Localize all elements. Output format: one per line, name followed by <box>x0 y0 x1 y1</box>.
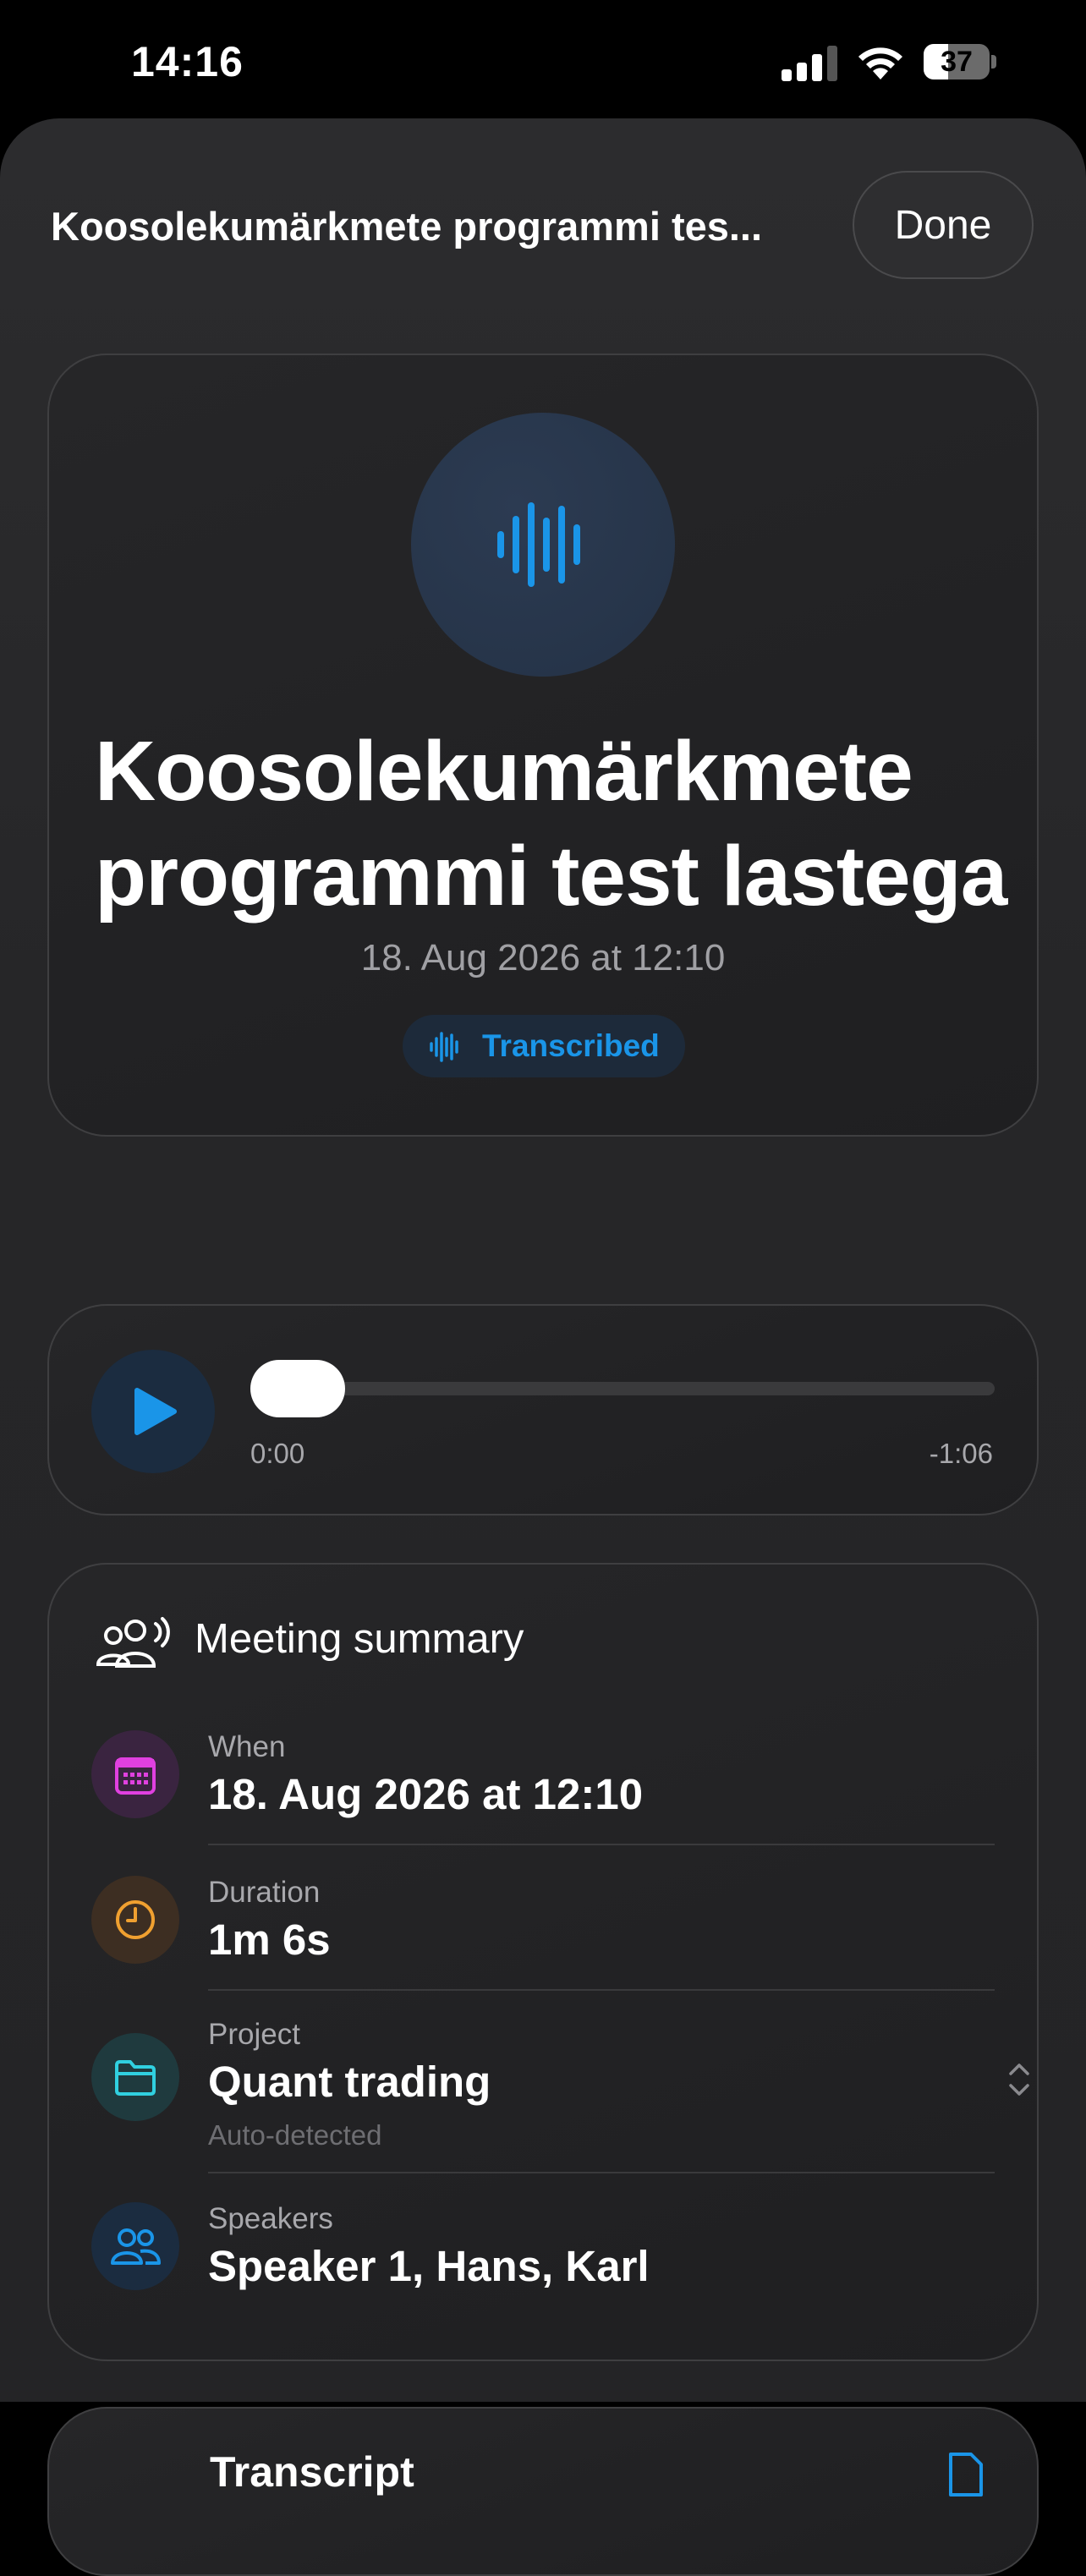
row-label: Duration <box>208 1876 321 1909</box>
summary-row-speakers: Speakers Speaker 1, Hans, Karl <box>91 2202 996 2295</box>
cellular-signal-icon <box>782 46 837 81</box>
progress-thumb[interactable] <box>250 1360 345 1417</box>
summary-row-duration: Duration 1m 6s <box>91 1876 996 1969</box>
row-value: 1m 6s <box>208 1916 331 1964</box>
play-button[interactable] <box>91 1350 215 1473</box>
folder-icon <box>91 2033 179 2121</box>
battery-icon: 37 <box>924 44 996 79</box>
calendar-icon <box>91 1730 179 1818</box>
recording-title: Koosolekumärkmete programmi test lastega <box>95 724 1007 924</box>
status-bar: 14:16 37 <box>0 0 1086 118</box>
done-button[interactable]: Done <box>853 171 1034 279</box>
waveform-icon <box>497 502 580 587</box>
recording-detail-sheet: Koosolekumärkmete programmi tes... Done … <box>0 118 1086 2576</box>
row-subtitle: Auto-detected <box>208 2119 382 2151</box>
summary-title: Meeting summary <box>195 1616 524 1662</box>
divider <box>208 2172 995 2173</box>
play-icon <box>134 1388 177 1435</box>
recording-avatar <box>411 413 675 677</box>
status-badge-label: Transcribed <box>482 1028 660 1063</box>
row-value: Speaker 1, Hans, Karl <box>208 2242 650 2290</box>
people-speaking-icon <box>96 1617 170 1668</box>
audio-player: 0:00 -1:06 <box>47 1304 1039 1515</box>
row-label: Speakers <box>208 2202 333 2235</box>
status-badge: Transcribed <box>403 1015 685 1077</box>
row-value: 18. Aug 2026 at 12:10 <box>208 1770 644 1818</box>
sheet-title: Koosolekumärkmete programmi tes... <box>51 204 763 249</box>
row-label: Project <box>208 2018 300 2051</box>
divider <box>208 1989 995 1991</box>
transcript-title: Transcript <box>210 2448 414 2496</box>
recording-card: Koosolekumärkmete programmi test lastega… <box>47 354 1039 1137</box>
recording-date: 18. Aug 2026 at 12:10 <box>360 937 726 978</box>
chevron-up-down-icon[interactable] <box>1006 2060 1032 2099</box>
summary-row-project[interactable]: Project Quant trading Auto-detected <box>91 2018 1029 2151</box>
transcript-card[interactable]: Transcript <box>47 2407 1039 2576</box>
row-label: When <box>208 1730 286 1763</box>
summary-row-when: When 18. Aug 2026 at 12:10 <box>91 1730 996 1823</box>
waveform-icon <box>430 1032 458 1062</box>
wifi-icon <box>854 42 907 81</box>
row-value: Quant trading <box>208 2058 491 2106</box>
document-icon <box>949 2453 983 2497</box>
clock-icon <box>91 1876 179 1964</box>
people-icon <box>91 2202 179 2290</box>
battery-level: 37 <box>941 46 973 78</box>
time-elapsed: 0:00 <box>250 1438 305 1469</box>
divider <box>208 1844 995 1845</box>
time-remaining: -1:06 <box>929 1438 993 1469</box>
status-time: 14:16 <box>131 38 244 85</box>
progress-track[interactable] <box>250 1382 995 1395</box>
meeting-summary-card: Meeting summary When 18. Aug 2026 at 12:… <box>47 1563 1039 2361</box>
